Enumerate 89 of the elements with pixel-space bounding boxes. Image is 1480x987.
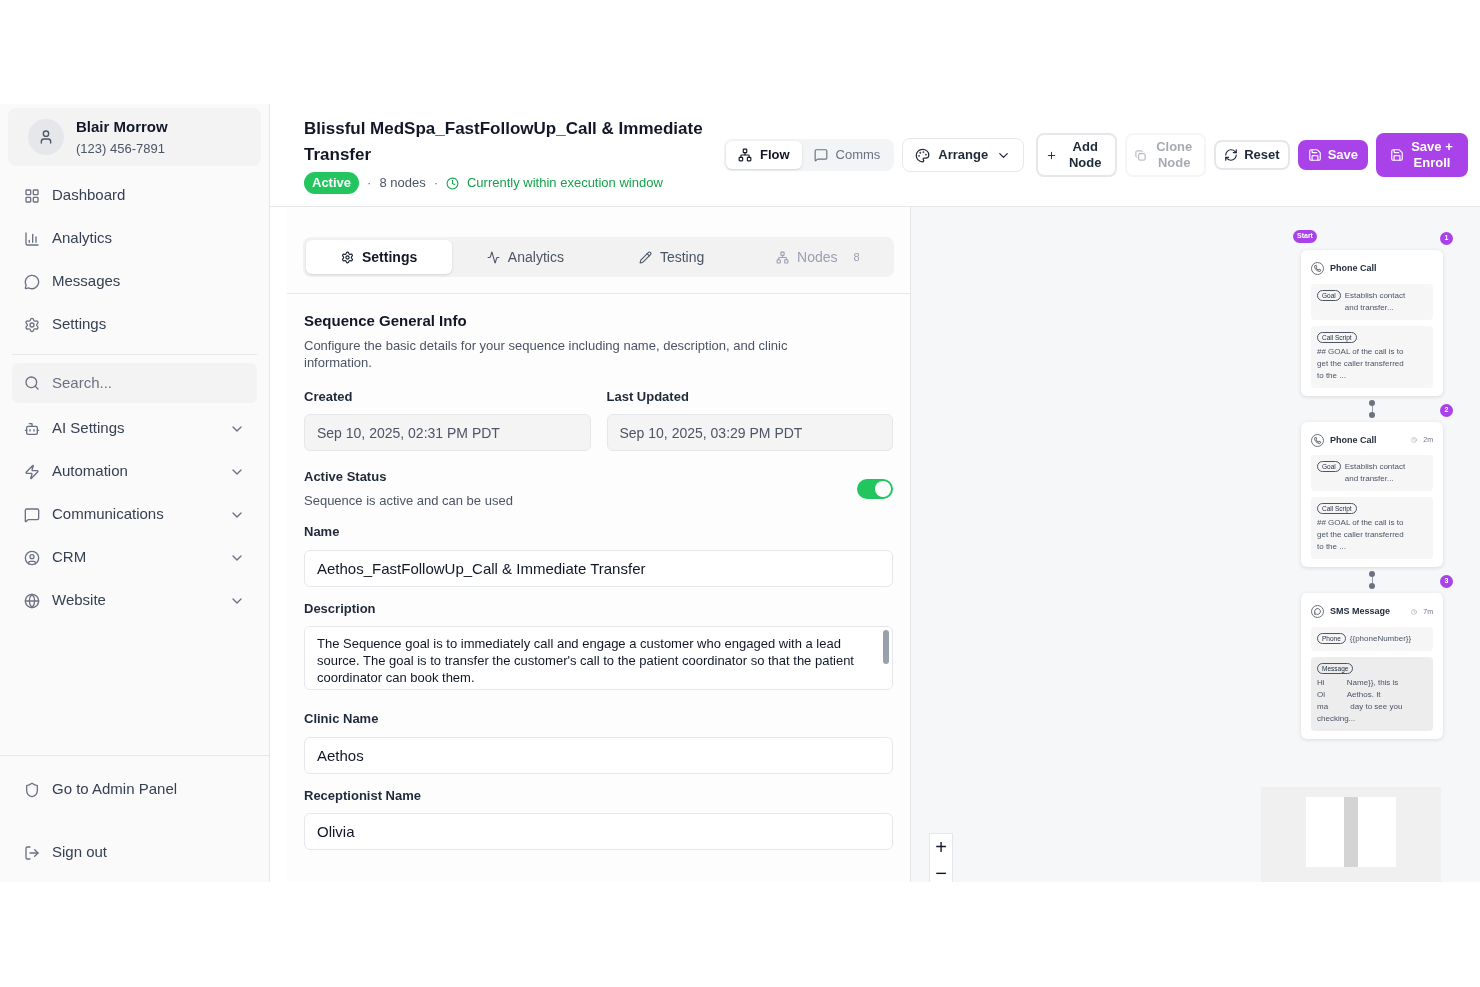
tab[interactable]: Testing: [598, 240, 745, 274]
zoom-button[interactable]: −: [929, 860, 953, 882]
tab-icon: [638, 250, 652, 264]
search-field[interactable]: Search...: [12, 363, 257, 403]
user-phone: (123) 456-7891: [76, 139, 166, 158]
toolbar-button[interactable]: Reset: [1214, 140, 1290, 170]
dot-separator: ·: [367, 174, 372, 193]
tab[interactable]: Analytics: [452, 240, 599, 274]
save-icon: [1307, 148, 1322, 162]
text-field[interactable]: Sep 10, 2025, 02:31 PM PDT: [304, 414, 591, 451]
sign-out-icon: [24, 844, 40, 861]
avatar-icon: [28, 119, 64, 155]
save-icon: [1390, 148, 1404, 162]
field-label: Name: [304, 523, 341, 541]
nav-item[interactable]: Messages: [0, 260, 269, 303]
chat-icon: [813, 148, 828, 162]
field-preview: ## GOAL of the call is to get the caller transferred to the ...: [1317, 345, 1404, 382]
toggle-switch[interactable]: [857, 478, 893, 499]
clock-icon: [446, 176, 459, 190]
status-badge: Active: [304, 172, 360, 194]
view-tab[interactable]: Flow: [725, 141, 802, 169]
field-label: Last Updated: [606, 387, 690, 406]
field-hint: Sequence is active and can be used: [304, 491, 514, 510]
field-preview: ## GOAL of the call is to get the caller transferred to the ...: [1317, 517, 1404, 553]
zoom-button[interactable]: +: [929, 834, 953, 860]
copy-icon: [1135, 149, 1147, 161]
section-description: Configure the basic details for your sequence including name, description, and clinic information.: [304, 336, 789, 371]
nav-item[interactable]: Settings: [0, 303, 269, 346]
text-field[interactable]: Olivia: [304, 813, 893, 850]
field-label: Description: [304, 599, 377, 618]
nav-group[interactable]: Automation: [0, 450, 269, 493]
text-field[interactable]: Aethos_FastFollowUp_Call & Immediate Transfer: [304, 549, 893, 587]
user-name: Blair Morrow: [76, 117, 168, 137]
node-title: Phone Call: [1330, 433, 1378, 447]
plus-icon: [1046, 149, 1058, 161]
shield-icon: [24, 781, 40, 798]
field-preview: {{phoneNumber}}: [1349, 632, 1412, 645]
field-label: Receptionist Name: [304, 786, 423, 805]
dot-separator: ·: [433, 174, 438, 193]
node-title: Phone Call: [1330, 262, 1378, 275]
flow-canvas[interactable]: [911, 207, 1480, 882]
tab-icon: [486, 250, 500, 264]
field-label: Active Status: [304, 468, 388, 486]
tab-icon: [341, 250, 354, 264]
field-label: Clinic Name: [304, 710, 380, 728]
nav-icon: [24, 592, 40, 609]
nav-icon: [24, 316, 40, 333]
description-field[interactable]: The Sequence goal is to immediately call and engage a customer who engaged with a lead source. The goal is to transfer the customer's call to the patient coordinator so that the patient coordinator can book them.: [304, 626, 893, 690]
field-label: Created: [304, 387, 354, 406]
text-field[interactable]: Sep 10, 2025, 03:29 PM PDT: [606, 414, 893, 451]
scrollbar-thumb: [883, 630, 889, 664]
nav-icon: [24, 187, 40, 204]
nav-icon: [24, 273, 40, 290]
sequence-title: Blissful MedSpa_FastFollowUp_Call & Immediate Transfer: [304, 118, 704, 167]
nav-group[interactable]: Communications: [0, 493, 269, 536]
flow-icon: [737, 148, 752, 162]
toolbar-button[interactable]: Save + Enroll: [1376, 133, 1468, 177]
nav-group[interactable]: Website: [0, 579, 269, 622]
clock-icon: [1411, 608, 1418, 615]
nav-icon: [24, 230, 40, 247]
toolbar-button[interactable]: Save: [1297, 140, 1368, 170]
nav-icon: [24, 506, 40, 523]
footer-link[interactable]: Go to Admin Panel: [0, 768, 269, 811]
text-field[interactable]: Aethos: [304, 736, 893, 774]
execution-status: Currently within execution window: [467, 174, 663, 193]
nav-icon: [24, 549, 40, 566]
tab-icon: [776, 250, 790, 264]
refresh-icon: [1224, 148, 1239, 162]
toolbar-button[interactable]: Add Node: [1036, 133, 1118, 177]
tab[interactable]: Settings: [306, 240, 453, 274]
node-count: 8 nodes: [379, 174, 426, 193]
palette-icon: [915, 147, 931, 163]
nav-item[interactable]: Dashboard: [0, 174, 269, 217]
view-tab[interactable]: Comms: [801, 141, 893, 169]
node-title: SMS Message: [1330, 605, 1392, 618]
section-title: Sequence General Info: [304, 311, 468, 331]
footer-link[interactable]: Sign out: [0, 831, 269, 874]
field-preview: Establish contact and transfer...: [1344, 461, 1406, 485]
arrange-dropdown[interactable]: Arrange: [902, 138, 1025, 172]
search-icon: [24, 375, 40, 391]
field-preview: Hi Name}}, this is Ol Aethos. It ma day to see you checking...: [1317, 676, 1403, 725]
nav-item[interactable]: Analytics: [0, 217, 269, 260]
nav-icon: [24, 463, 40, 480]
search-input[interactable]: Search...: [52, 371, 212, 395]
nav-icon: [24, 420, 40, 437]
nav-group[interactable]: AI Settings: [0, 407, 269, 450]
field-preview: Establish contact and transfer...: [1344, 289, 1406, 314]
nav-group[interactable]: CRM: [0, 536, 269, 579]
clock-icon: [1411, 437, 1418, 444]
